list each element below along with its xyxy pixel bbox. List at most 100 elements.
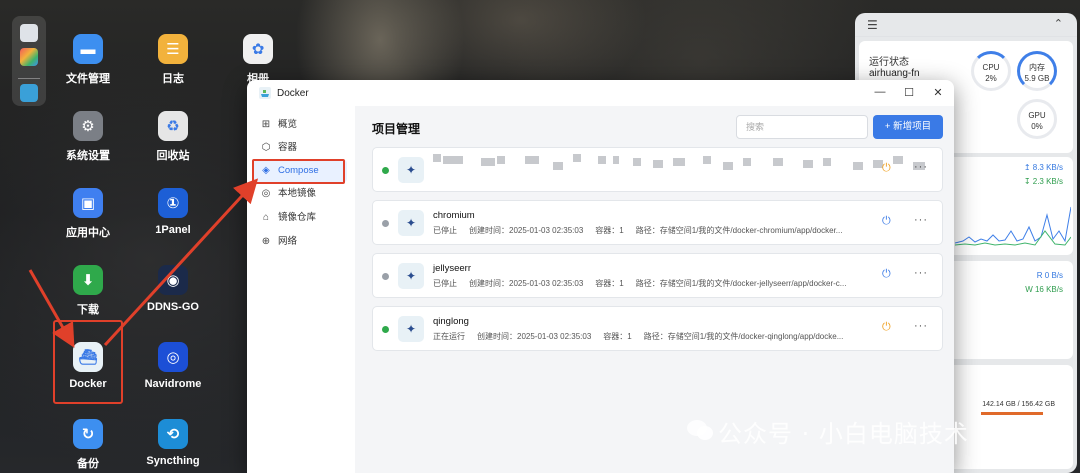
minimize-button[interactable]: — [873, 86, 887, 98]
compose-highlight [252, 159, 345, 184]
network-download-rate: ↧ 2.3 KB/s [1023, 177, 1063, 186]
redacted-block [553, 162, 563, 170]
sidebar-item-label: 概览 [278, 119, 298, 130]
wechat-logo-icon [687, 420, 713, 440]
project-path: 路径：存储空间1/我的文件/docker-jellyseerr/app/dock… [635, 279, 847, 288]
desktop-app-ddns[interactable]: ◉ DDNS-GO [133, 265, 213, 313]
widget-header: ☰ ⌃ [855, 13, 1077, 37]
network-chart [955, 206, 1071, 246]
log-icon: ☰ [158, 34, 188, 64]
desktop-app-label: DDNS-GO [147, 301, 199, 313]
desktop-app-download[interactable]: ⬇ 下载 [48, 265, 128, 317]
ddns-icon: ◉ [158, 265, 188, 295]
gear-icon: ⚙ [73, 111, 103, 141]
project-row[interactable]: ✦ qinglong 正在运行 创建时间：2025-01-03 02:35:03 容器：… [372, 306, 943, 351]
widget-menu-icon[interactable]: ☰ [867, 18, 878, 32]
redacted-block [653, 160, 663, 168]
memory-value: 5.9 GB [1024, 74, 1050, 83]
memory-label: 内存 [1029, 63, 1045, 72]
project-icon: ✦ [398, 316, 424, 342]
desktop-app-label: Navidrome [144, 378, 202, 390]
desktop-app-photos[interactable]: ✿ 相册 [218, 34, 298, 86]
project-status: 已停止 [433, 279, 457, 288]
project-status: 正在运行 [433, 332, 465, 341]
navidrome-icon: ◎ [158, 342, 188, 372]
disk-read-rate: R 0 B/s [1036, 271, 1063, 280]
storage-usage-text: 142.14 GB / 156.42 GB [982, 401, 1055, 408]
apps-grid-icon[interactable] [20, 48, 38, 66]
project-meta: 已停止 创建时间：2025-01-03 02:35:03 容器：1 路径：存储空间1/… [433, 225, 854, 236]
more-options-icon[interactable]: ··· [914, 161, 928, 173]
sidebar-item-containers[interactable]: ⬡ 容器 [253, 137, 347, 159]
download-icon: ⬇ [73, 265, 103, 295]
sidebar-item-registry[interactable]: ⌂ 镜像仓库 [253, 207, 347, 229]
sidebar-item-overview[interactable]: ⊞ 概览 [253, 114, 347, 136]
project-path: 路径：存储空间1/我的文件/docker-qinglong/app/docke.… [643, 332, 844, 341]
close-button[interactable]: ✕ [931, 86, 945, 99]
sidebar-item-local-images[interactable]: ◎ 本地镜像 [253, 183, 347, 205]
project-meta: 已停止 创建时间：2025-01-03 02:35:03 容器：1 路径：存储空间1/… [433, 278, 858, 289]
desktop-app-label: 1Panel [155, 224, 191, 236]
project-row[interactable]: ✦ chromium 已停止 创建时间：2025-01-03 02:35:03 容器：1… [372, 200, 943, 245]
status-dot [382, 167, 389, 174]
project-icon: ✦ [398, 263, 424, 289]
project-icon: ✦ [398, 157, 424, 183]
recycle-icon: ♻ [158, 111, 188, 141]
maximize-button[interactable]: ☐ [902, 86, 916, 99]
cpu-label: CPU [982, 63, 1000, 72]
project-container-count: 容器：1 [595, 226, 624, 235]
docker-dock-icon[interactable] [20, 84, 38, 102]
cpu-value: 2% [985, 74, 997, 83]
monitor-icon[interactable] [20, 24, 38, 42]
container-icon: ⬡ [261, 142, 271, 153]
network-upload-rate: ↥ 8.3 KB/s [1023, 163, 1063, 172]
power-icon[interactable]: ⏻ [882, 268, 891, 281]
sidebar-item-label: 镜像仓库 [278, 212, 317, 223]
backup-icon: ↻ [73, 419, 103, 449]
desktop-app-log[interactable]: ☰ 日志 [133, 34, 213, 86]
gpu-label: GPU [1028, 111, 1046, 120]
redacted-block [823, 158, 831, 166]
project-container-count: 容器：1 [603, 332, 632, 341]
sidebar-item-label: 容器 [278, 142, 298, 153]
desktop-app-store[interactable]: ▣ 应用中心 [48, 188, 128, 240]
search-input[interactable]: 搜索 [736, 115, 868, 139]
redacted-block [443, 156, 463, 164]
left-dock [12, 16, 46, 106]
1panel-icon: ① [158, 188, 188, 218]
desktop-app-label: Syncthing [146, 455, 200, 467]
redacted-block [723, 162, 733, 170]
project-container-count: 容器：1 [595, 279, 624, 288]
watermark-text: 公众号 · 小白电脑技术 [718, 420, 969, 448]
memory-gauge: 内存 5.9 GB [1017, 51, 1057, 91]
network-icon: ⊕ [261, 236, 271, 247]
project-row[interactable]: ✦ ⏻ ··· [372, 147, 943, 192]
desktop-app-backup[interactable]: ↻ 备份 [48, 419, 128, 471]
project-meta: 正在运行 创建时间：2025-01-03 02:35:03 容器：1 路径：存储空间1… [433, 331, 855, 342]
desktop-app-syncthing[interactable]: ⟲ Syncthing [133, 419, 213, 467]
more-options-icon[interactable]: ··· [914, 214, 928, 226]
status-title: 运行状态 [869, 57, 909, 68]
project-status: 已停止 [433, 226, 457, 235]
project-created-time: 创建时间：2025-01-03 02:35:03 [469, 279, 584, 288]
power-icon[interactable]: ⏻ [882, 321, 891, 334]
window-titlebar[interactable]: Docker — ☐ ✕ [247, 80, 954, 106]
project-row[interactable]: ✦ jellyseerr 已停止 创建时间：2025-01-03 02:35:03 容器… [372, 253, 943, 298]
add-project-button[interactable]: + 新增项目 [873, 115, 943, 139]
sidebar-item-network[interactable]: ⊕ 网络 [253, 231, 347, 253]
chevron-up-icon[interactable]: ⌃ [1054, 17, 1063, 30]
image-icon: ◎ [261, 188, 271, 199]
redacted-block [525, 156, 539, 164]
more-options-icon[interactable]: ··· [914, 267, 928, 279]
redacted-block [773, 158, 783, 166]
dock-divider [18, 78, 40, 79]
gpu-gauge: GPU 0% [1017, 99, 1057, 139]
power-icon[interactable]: ⏻ [882, 162, 891, 175]
desktop-app-recycle[interactable]: ♻ 回收站 [133, 111, 213, 163]
desktop-app-1panel[interactable]: ① 1Panel [133, 188, 213, 236]
power-icon[interactable]: ⏻ [882, 215, 891, 228]
desktop-app-navidrome[interactable]: ◎ Navidrome [133, 342, 213, 390]
more-options-icon[interactable]: ··· [914, 320, 928, 332]
desktop-app-gear[interactable]: ⚙ 系统设置 [48, 111, 128, 163]
desktop-app-folder[interactable]: ▬ 文件管理 [48, 34, 128, 86]
